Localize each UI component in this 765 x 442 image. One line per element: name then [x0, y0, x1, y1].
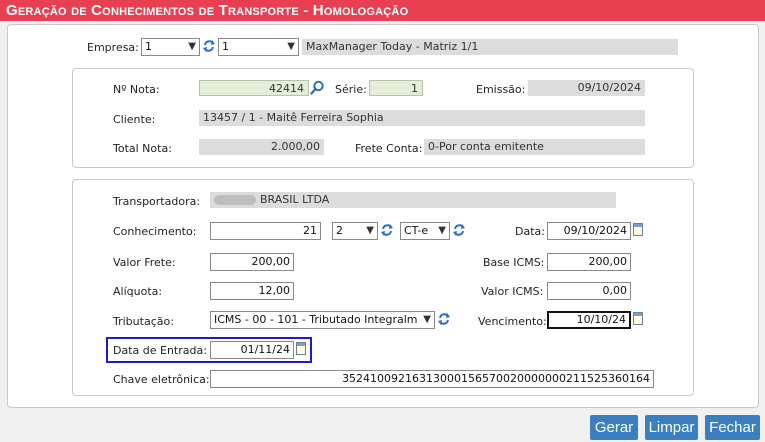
base-icms-input[interactable]: 200,00	[547, 253, 631, 271]
tipo-documento-select[interactable]: CT-e ▼	[400, 222, 450, 240]
valor-icms-label: Valor ICMS:	[481, 285, 544, 298]
serie-label: Série:	[335, 83, 367, 96]
data-entrada-input[interactable]: 01/11/24	[210, 341, 294, 359]
chevron-down-icon: ▼	[188, 41, 196, 52]
conhecimento-input[interactable]: 21	[210, 222, 321, 240]
frete-conta-label: Frete Conta:	[355, 142, 423, 155]
transportadora-label: Transportadora:	[113, 195, 201, 208]
empresa-select-value: 1	[145, 40, 152, 53]
aliquota-input[interactable]: 12,00	[210, 282, 294, 300]
transportadora-field: BRASIL LTDA	[210, 192, 616, 208]
empresa-name: MaxManager Today - Matriz 1/1	[302, 39, 678, 55]
data-input[interactable]: 09/10/2024	[547, 222, 631, 240]
limpar-button[interactable]: Limpar	[645, 415, 698, 440]
tipo-documento-value: CT-e	[404, 224, 429, 237]
calendar-icon[interactable]	[296, 342, 306, 355]
calendar-icon[interactable]	[633, 312, 643, 325]
chevron-down-icon: ▼	[366, 225, 374, 236]
sync-icon[interactable]	[437, 312, 451, 326]
empresa-select[interactable]: 1 ▼	[141, 38, 200, 56]
numero-nota-label: Nº Nota:	[113, 83, 160, 96]
chave-eletronica-input[interactable]: 3524100921631300015657002000000021152536…	[210, 370, 654, 388]
page-title: Geração de Conhecimentos de Transporte -…	[0, 0, 765, 21]
frete-conta-field: 0-Por conta emitente	[424, 139, 645, 155]
valor-frete-label: Valor Frete:	[113, 256, 176, 269]
serie-select[interactable]: 2 ▼	[332, 222, 378, 240]
tributacao-select[interactable]: ICMS - 00 - 101 - Tributado Integralm ▼	[210, 311, 435, 329]
empresa-label: Empresa:	[87, 41, 139, 54]
tributacao-label: Tributação:	[113, 315, 174, 328]
gerar-button[interactable]: Gerar	[590, 415, 638, 440]
redacted-text	[214, 195, 256, 205]
sync-icon[interactable]	[380, 223, 394, 237]
total-nota-field: 2.000,00	[199, 139, 324, 155]
cliente-label: Cliente:	[113, 113, 156, 126]
total-nota-label: Total Nota:	[113, 142, 172, 155]
chevron-down-icon: ▼	[423, 314, 431, 325]
valor-icms-input[interactable]: 0,00	[547, 282, 631, 300]
serie-field[interactable]: 1	[369, 80, 423, 96]
emissao-label: Emissão:	[476, 83, 526, 96]
sync-icon[interactable]	[452, 223, 466, 237]
base-icms-label: Base ICMS:	[483, 256, 545, 269]
conhecimento-label: Conhecimento:	[113, 225, 197, 238]
transportadora-name: BRASIL LTDA	[260, 193, 330, 206]
fechar-button[interactable]: Fechar	[705, 415, 760, 440]
numero-nota-field[interactable]: 42414	[199, 80, 309, 96]
chave-eletronica-label: Chave eletrônica:	[113, 373, 210, 386]
serie-select-value: 2	[336, 224, 343, 237]
data-entrada-label: Data de Entrada:	[113, 344, 207, 357]
chevron-down-icon: ▼	[287, 41, 295, 52]
emissao-field: 09/10/2024	[528, 80, 645, 96]
tributacao-select-value: ICMS - 00 - 101 - Tributado Integralm	[214, 313, 418, 326]
calendar-icon[interactable]	[633, 223, 643, 236]
data-label: Data:	[515, 225, 545, 238]
filial-select-value: 1	[222, 40, 229, 53]
vencimento-label: Vencimento:	[478, 315, 547, 328]
filial-select[interactable]: 1 ▼	[218, 38, 299, 56]
sync-icon[interactable]	[202, 39, 216, 53]
valor-frete-input[interactable]: 200,00	[210, 253, 294, 271]
aliquota-label: Alíquota:	[113, 285, 163, 298]
cliente-field: 13457 / 1 - Maitê Ferreira Sophia	[199, 110, 645, 126]
search-icon[interactable]	[310, 80, 325, 95]
chevron-down-icon: ▼	[438, 225, 446, 236]
vencimento-input[interactable]: 10/10/24	[547, 311, 631, 329]
